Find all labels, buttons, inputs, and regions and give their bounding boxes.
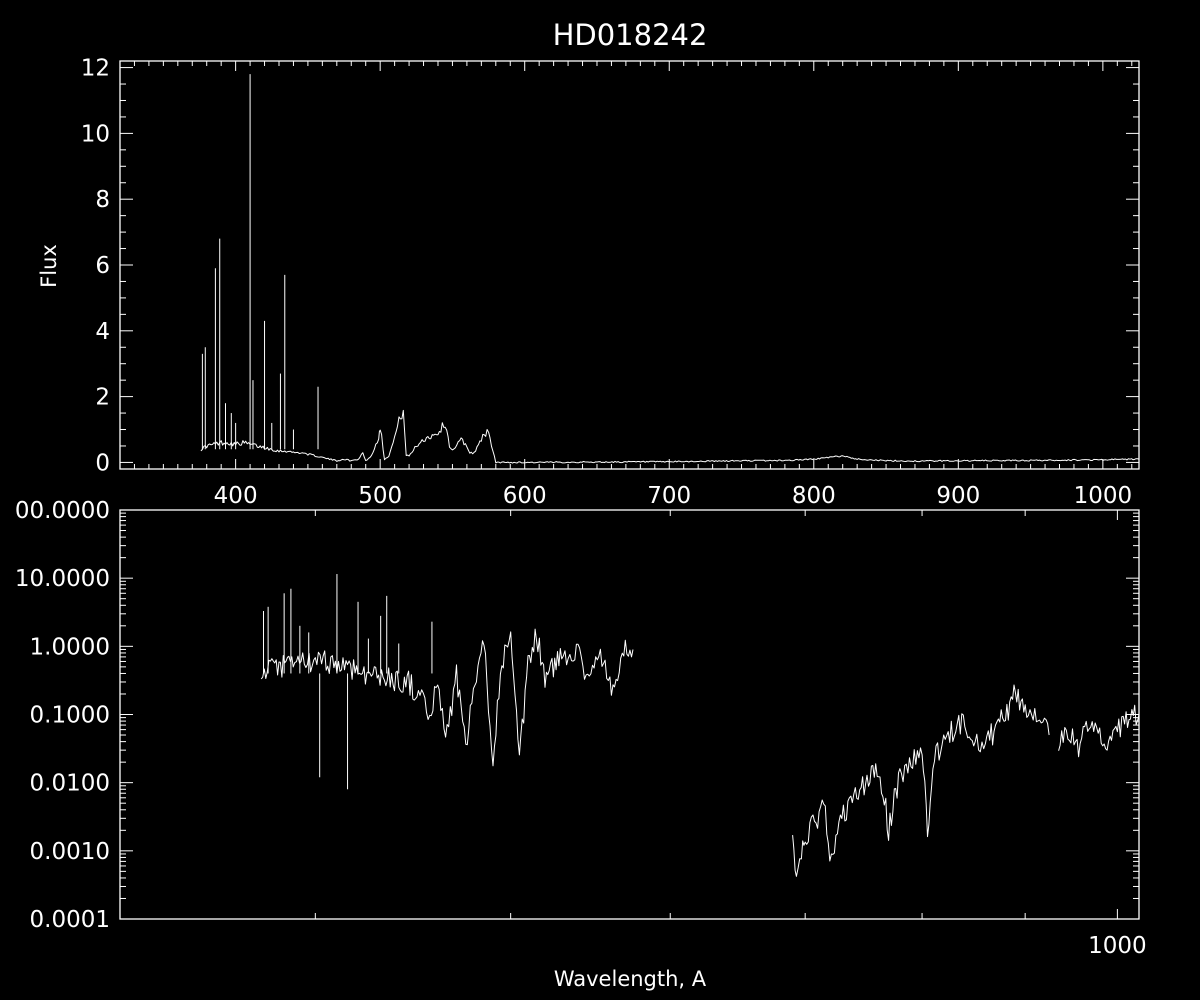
top-plot-frame: [119, 60, 1140, 470]
chart-title: HD018242: [553, 18, 708, 52]
y-tick-label: 0.1000: [30, 703, 110, 729]
x-tick-label: 1000: [1088, 933, 1147, 959]
spectrum-line-1: [200, 409, 1140, 464]
y-tick-label: 4: [95, 319, 110, 345]
top-series-group: [200, 409, 1140, 464]
y-tick-label: 00.0000: [15, 498, 110, 524]
spectrum-figure: HD018242 400 500 600 700 800 900 1000 0 2 4 6 8 10 12…: [15, 18, 1147, 991]
y-tick-label: 2: [95, 385, 110, 411]
x-tick-label: 900: [936, 483, 980, 509]
x-tick-label: 500: [358, 483, 402, 509]
y-tick-label: 10: [81, 121, 110, 147]
spectrum-line-3: [1058, 704, 1140, 758]
x-tick-label: 600: [503, 483, 547, 509]
top-y-axis-label: Flux: [37, 244, 61, 288]
bottom-plot-frame: [119, 509, 1140, 920]
y-tick-label: 1.0000: [30, 634, 110, 660]
bottom-panel: 1000 0.0001 0.0010 0.0100 0.1000 1.0000 10.000…: [15, 498, 1147, 991]
bottom-series-group: [260, 628, 1140, 877]
y-tick-label: 0.0001: [30, 907, 110, 933]
x-tick-label: 700: [647, 483, 691, 509]
spectrum-line-2: [792, 684, 1050, 877]
y-tick-label: 12: [81, 56, 110, 82]
x-axis-label: Wavelength, A: [554, 967, 707, 991]
bottom-axis-ticks: 1000 0.0001 0.0010 0.0100 0.1000 1.0000 10.000…: [15, 498, 1147, 959]
top-axis-ticks: 400 500 600 700 800 900 1000 0 2 4 6 8 10 12: [81, 56, 1139, 509]
y-tick-label: 0.0010: [30, 839, 110, 865]
spectrum-line-1: [260, 628, 634, 767]
y-tick-label: 0.0100: [30, 771, 110, 797]
top-panel: 400 500 600 700 800 900 1000 0 2 4 6 8 10 12 Flux: [37, 56, 1140, 509]
top-emission-spikes: [201, 74, 319, 450]
y-tick-label: 0: [95, 450, 110, 476]
x-tick-label: 400: [214, 483, 258, 509]
y-tick-label: 10.0000: [15, 566, 110, 592]
y-tick-label: 8: [95, 187, 110, 213]
x-tick-label: 800: [792, 483, 836, 509]
y-tick-label: 6: [95, 253, 110, 279]
x-tick-label: 1000: [1074, 483, 1133, 509]
